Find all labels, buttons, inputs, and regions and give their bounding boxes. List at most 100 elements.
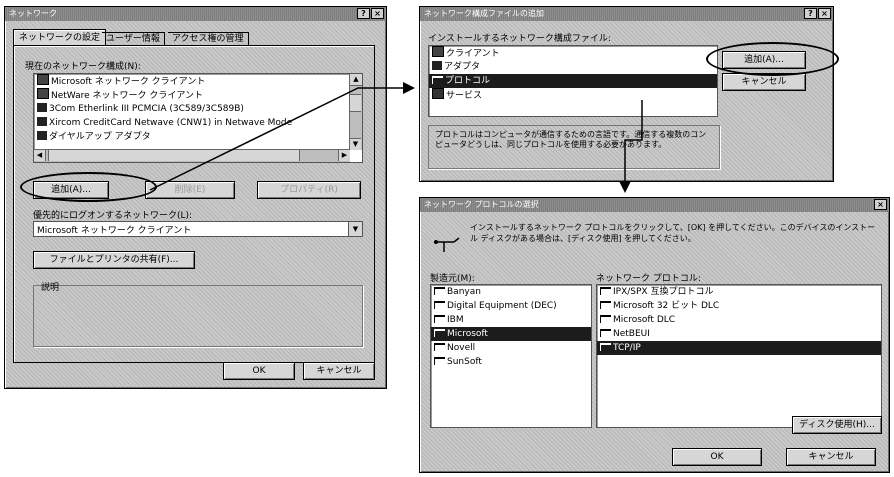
remove-button[interactable]: 削除(E) <box>145 181 235 199</box>
vertical-scrollbar[interactable]: ▲ ▼ <box>349 74 362 150</box>
network-dialog-titlebar: ネットワーク ? × <box>5 7 386 21</box>
list-item[interactable]: IBM <box>431 313 591 327</box>
protocol-icon <box>600 301 611 309</box>
close-icon[interactable]: × <box>371 8 384 19</box>
manufacturers-label: 製造元(M): <box>430 274 475 284</box>
highlight-oval-add-component-button <box>706 42 839 76</box>
protocols-list[interactable]: IPX/SPX 互換プロトコル Microsoft 32 ビット DLC Mic… <box>596 284 882 428</box>
protocol-icon <box>600 315 611 323</box>
list-item-label: Microsoft 32 ビット DLC <box>613 301 720 311</box>
list-item-label: Microsoft <box>447 329 488 339</box>
close-icon[interactable]: × <box>818 8 831 19</box>
list-item[interactable]: クライアント <box>429 46 717 60</box>
list-item-label: プロトコル <box>445 76 491 86</box>
have-disk-button[interactable]: ディスク使用(H)... <box>792 416 882 434</box>
scroll-thumb[interactable] <box>350 94 361 112</box>
component-type-label: インストールするネットワーク構成ファイル: <box>428 34 611 44</box>
scroll-thumb[interactable] <box>48 150 300 161</box>
close-icon[interactable]: × <box>874 199 887 210</box>
list-item[interactable]: ダイヤルアップ アダプタ <box>34 130 362 144</box>
network-dialog-title: ネットワーク <box>9 9 57 18</box>
select-component-type-titlebar: ネットワーク構成ファイルの追加 ? × <box>420 7 833 21</box>
list-item-label: ダイヤルアップ アダプタ <box>49 132 151 142</box>
select-protocol-title: ネットワーク プロトコルの選択 <box>424 200 539 209</box>
client-icon <box>432 46 444 57</box>
component-type-list[interactable]: クライアント アダプタ プロトコル サービス <box>428 45 718 117</box>
components-list[interactable]: Microsoft ネットワーク クライアント NetWare ネットワーク ク… <box>33 73 363 163</box>
logon-label: 優先的にログオンするネットワーク(L): <box>33 211 193 221</box>
select-protocol-titlebar: ネットワーク プロトコルの選択 × <box>420 198 889 212</box>
manufacturers-list[interactable]: Banyan Digital Equipment (DEC) IBM Micro… <box>430 284 592 428</box>
ok-button[interactable]: OK <box>672 448 762 466</box>
description-label: 説明 <box>41 283 60 293</box>
select-component-type-dialog: ネットワーク構成ファイルの追加 ? × インストールするネットワーク構成ファイル… <box>419 6 834 182</box>
list-item[interactable]: NetWare ネットワーク クライアント <box>34 88 362 102</box>
chevron-down-icon[interactable]: ▼ <box>348 222 362 236</box>
list-item-label: Microsoft ネットワーク クライアント <box>51 77 206 87</box>
protocol-icon <box>600 287 611 295</box>
network-cable-icon <box>434 237 460 252</box>
list-item[interactable]: Xircom CreditCard Netwave (CNW1) in Netw… <box>34 116 362 130</box>
tab-user-info-label: ユーザー情報 <box>106 34 160 44</box>
network-client-icon <box>37 88 49 99</box>
instructions-text: インストールするネットワーク プロトコルをクリックして、[OK] を押してくださ… <box>470 222 882 244</box>
horizontal-scrollbar[interactable]: ◀ ▶ <box>34 149 350 162</box>
cancel-button[interactable]: キャンセル <box>786 448 876 466</box>
highlight-oval-add-button <box>20 172 157 202</box>
list-item-label: Banyan <box>447 287 481 297</box>
list-item-label: IBM <box>447 315 464 325</box>
list-item[interactable]: サービス <box>429 88 717 102</box>
properties-button[interactable]: プロパティ(R) <box>257 181 361 199</box>
help-icon[interactable]: ? <box>804 8 817 19</box>
network-cable-icon <box>434 315 445 323</box>
tab-access-control-label: アクセス権の管理 <box>172 34 244 44</box>
list-item[interactable]: TCP/IP <box>597 341 881 355</box>
list-item[interactable]: IPX/SPX 互換プロトコル <box>597 285 881 299</box>
list-item[interactable]: Microsoft <box>431 327 591 341</box>
tab-network-settings[interactable]: ネットワークの設定 <box>13 29 107 46</box>
list-item[interactable]: Novell <box>431 341 591 355</box>
network-client-icon <box>37 74 49 85</box>
list-item[interactable]: SunSoft <box>431 355 591 369</box>
help-icon[interactable]: ? <box>357 8 370 19</box>
list-item-label: SunSoft <box>447 357 482 367</box>
tab-user-info[interactable]: ユーザー情報 <box>102 32 165 46</box>
logon-dropdown-value: Microsoft ネットワーク クライアント <box>37 226 192 236</box>
scroll-right-arrow-icon[interactable]: ▶ <box>338 150 350 161</box>
list-item-label: 3Com Etherlink III PCMCIA (3C589/3C589B) <box>49 104 244 114</box>
protocol-icon <box>600 329 611 337</box>
description-group <box>33 285 363 347</box>
list-item[interactable]: アダプタ <box>429 60 717 74</box>
ok-button[interactable]: OK <box>223 362 295 380</box>
list-item[interactable]: Digital Equipment (DEC) <box>431 299 591 313</box>
network-cable-icon <box>434 287 445 295</box>
protocol-icon <box>432 76 443 84</box>
list-item-label: クライアント <box>446 49 500 59</box>
scroll-down-arrow-icon[interactable]: ▼ <box>350 138 361 150</box>
list-item-label: アダプタ <box>444 62 481 72</box>
list-item-label: Xircom CreditCard Netwave (CNW1) in Netw… <box>49 118 293 128</box>
logon-dropdown[interactable]: Microsoft ネットワーク クライアント ▼ <box>33 221 363 237</box>
scroll-up-arrow-icon[interactable]: ▲ <box>350 74 362 86</box>
list-item-label: Microsoft DLC <box>613 315 676 325</box>
protocol-icon <box>600 343 611 351</box>
list-item[interactable]: Microsoft ネットワーク クライアント <box>34 74 362 88</box>
list-item[interactable]: Microsoft DLC <box>597 313 881 327</box>
network-cable-icon <box>434 301 445 309</box>
list-item[interactable]: Microsoft 32 ビット DLC <box>597 299 881 313</box>
list-item[interactable]: NetBEUI <box>597 327 881 341</box>
scroll-left-arrow-icon[interactable]: ◀ <box>34 150 46 161</box>
components-label: 現在のネットワーク構成(N): <box>25 62 141 72</box>
file-printer-sharing-button[interactable]: ファイルとプリンタの共有(F)... <box>33 251 195 269</box>
network-cable-icon <box>434 357 445 365</box>
list-item[interactable]: Banyan <box>431 285 591 299</box>
service-icon <box>432 88 444 99</box>
list-item-label: NetWare ネットワーク クライアント <box>51 91 204 101</box>
select-component-type-title: ネットワーク構成ファイルの追加 <box>424 9 544 18</box>
tab-access-control[interactable]: アクセス権の管理 <box>168 32 249 46</box>
list-item[interactable]: 3Com Etherlink III PCMCIA (3C589/3C589B) <box>34 102 362 116</box>
tab-network-settings-label: ネットワークの設定 <box>19 33 101 43</box>
list-item[interactable]: プロトコル <box>429 74 717 88</box>
list-item-label: IPX/SPX 互換プロトコル <box>613 287 714 297</box>
cancel-button[interactable]: キャンセル <box>303 362 375 380</box>
